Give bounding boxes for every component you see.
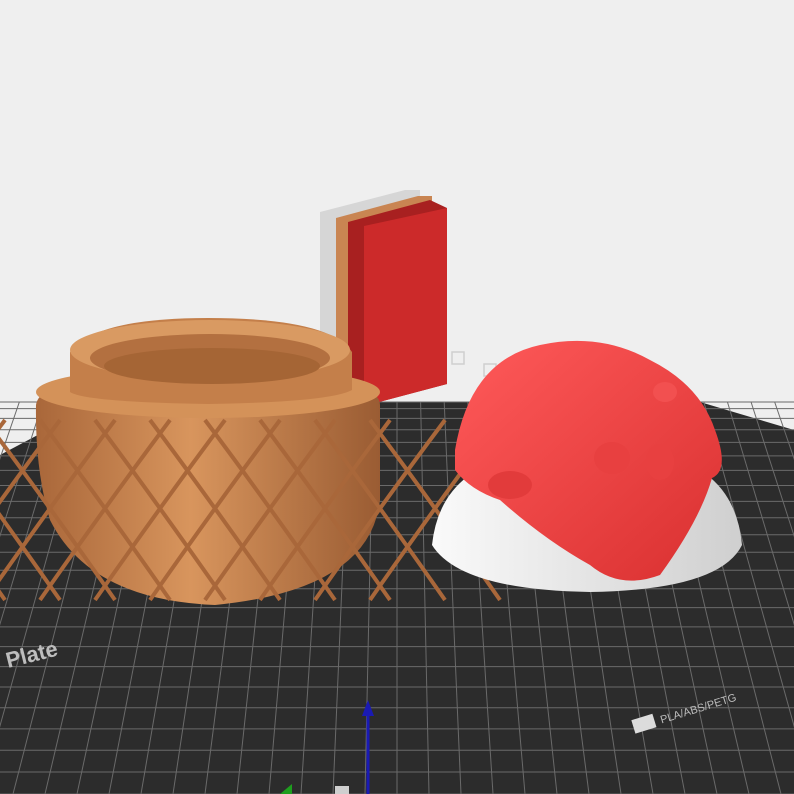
scene: Plate PLA/ABS/PETG	[0, 190, 794, 794]
marker-icon	[451, 351, 465, 365]
3d-viewport[interactable]: Plate PLA/ABS/PETG	[0, 0, 794, 794]
mushroom-object[interactable]	[432, 340, 742, 592]
